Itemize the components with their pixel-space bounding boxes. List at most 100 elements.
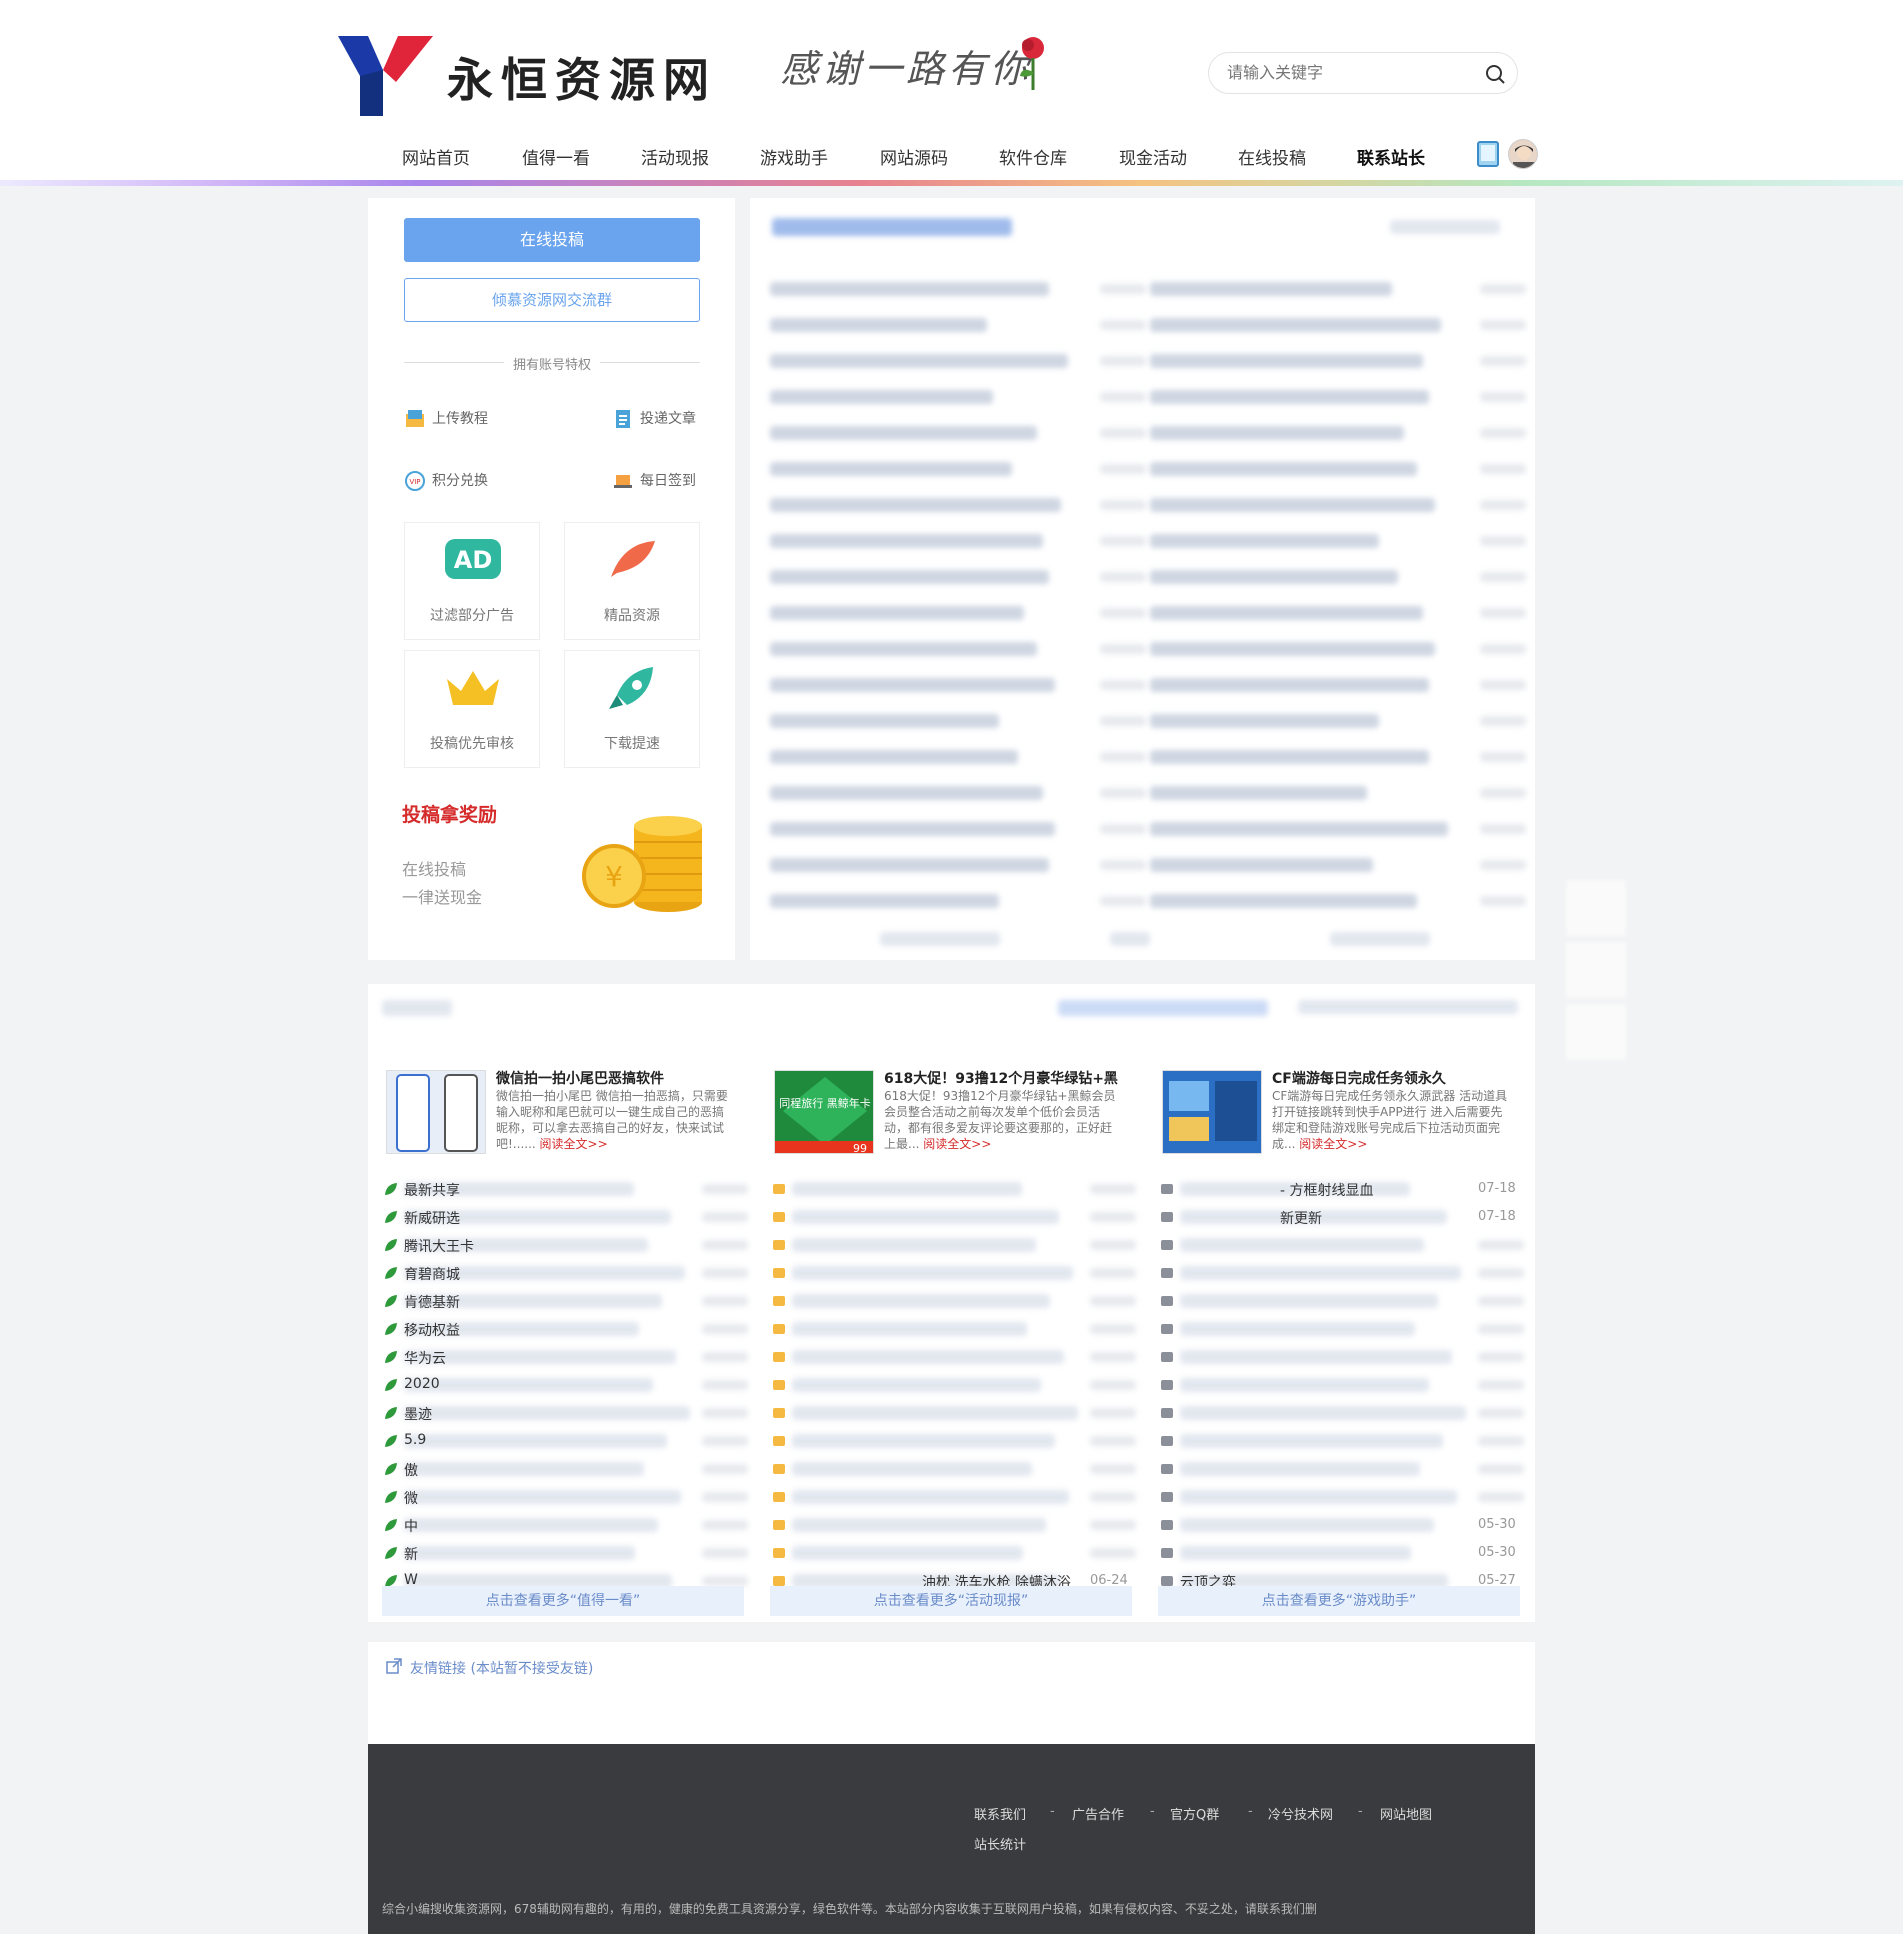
nav-item-source-code[interactable]: 网站源码: [880, 144, 948, 169]
list-item[interactable]: 5.9: [404, 1432, 426, 1448]
article-row-placeholder[interactable]: [1150, 642, 1435, 656]
article-row-placeholder[interactable]: [770, 498, 1061, 512]
side-tool-button[interactable]: [1566, 1004, 1626, 1060]
footer-link-qq-group[interactable]: 官方Q群: [1170, 1804, 1219, 1823]
article-row-placeholder[interactable]: [1150, 390, 1429, 404]
privilege-heading: 拥有账号特权: [404, 354, 700, 373]
side-tool-button[interactable]: [1566, 880, 1626, 936]
view-more-worth[interactable]: 点击查看更多“值得一看”: [382, 1586, 744, 1616]
tablet-icon[interactable]: [1476, 140, 1500, 168]
search-icon[interactable]: [1483, 62, 1507, 86]
view-more-game-helper[interactable]: 点击查看更多“游戏助手”: [1158, 1586, 1520, 1616]
site-logo[interactable]: [338, 36, 433, 116]
list-item[interactable]: 新更新: [1280, 1208, 1322, 1228]
list-item[interactable]: 肯德基新: [404, 1292, 460, 1312]
article-row-placeholder[interactable]: [770, 678, 1055, 692]
list-item[interactable]: 新威研选: [404, 1208, 460, 1228]
list-item[interactable]: - 方框射线显血: [1280, 1180, 1374, 1200]
nav-item-worth[interactable]: 值得一看: [522, 144, 590, 169]
read-more-link[interactable]: 阅读全文>>: [923, 1137, 991, 1151]
article-row-placeholder[interactable]: [1150, 498, 1435, 512]
list-item[interactable]: 微: [404, 1488, 418, 1508]
list-item[interactable]: 中: [404, 1516, 418, 1536]
tile-ad-filter[interactable]: AD 过滤部分广告: [404, 522, 540, 640]
article-row-placeholder[interactable]: [770, 534, 1043, 548]
pagination-placeholder[interactable]: [1110, 932, 1150, 946]
article-row-placeholder[interactable]: [1150, 462, 1417, 476]
list-item[interactable]: 墨迹: [404, 1404, 432, 1424]
list-item[interactable]: 移动权益: [404, 1320, 460, 1340]
card-thumbnail[interactable]: [386, 1070, 486, 1154]
card-title[interactable]: 618大促！93撸12个月豪华绿钻+黑: [884, 1068, 1118, 1088]
article-row-placeholder[interactable]: [1150, 714, 1379, 728]
tile-premium[interactable]: 精品资源: [564, 522, 700, 640]
article-row-placeholder[interactable]: [1150, 894, 1417, 908]
article-row-placeholder[interactable]: [770, 426, 1037, 440]
article-row-placeholder[interactable]: [770, 462, 1012, 476]
list-item[interactable]: 傲: [404, 1460, 418, 1480]
tile-priority-review[interactable]: 投稿优先审核: [404, 650, 540, 768]
article-row-placeholder[interactable]: [770, 714, 999, 728]
article-row-placeholder[interactable]: [1150, 606, 1423, 620]
footer-link-contact[interactable]: 联系我们: [974, 1804, 1026, 1823]
article-row-placeholder[interactable]: [1150, 534, 1379, 548]
card-title[interactable]: 微信拍一拍小尾巴恶搞软件: [496, 1068, 664, 1088]
article-row-placeholder[interactable]: [770, 642, 1037, 656]
list-item[interactable]: 新: [404, 1544, 418, 1564]
read-more-link[interactable]: 阅读全文>>: [540, 1137, 608, 1151]
user-avatar[interactable]: [1508, 139, 1538, 169]
card-thumbnail[interactable]: [1162, 1070, 1262, 1154]
pagination-placeholder[interactable]: [880, 932, 1000, 946]
article-date-placeholder: [1100, 752, 1146, 762]
read-more-link[interactable]: 阅读全文>>: [1299, 1137, 1367, 1151]
article-row-placeholder[interactable]: [1150, 426, 1404, 440]
article-row-placeholder[interactable]: [1150, 282, 1392, 296]
friend-links-title[interactable]: 友情链接 (本站暂不接受友链): [410, 1658, 593, 1678]
view-more-activities[interactable]: 点击查看更多“活动现报”: [770, 1586, 1132, 1616]
join-group-button[interactable]: 倾慕资源网交流群: [404, 278, 700, 322]
online-submit-button[interactable]: 在线投稿: [404, 218, 700, 262]
article-row-placeholder[interactable]: [770, 858, 1049, 872]
list-item[interactable]: 最新共享: [404, 1180, 460, 1200]
footer-link-tech[interactable]: 冷兮技术网: [1268, 1804, 1333, 1823]
article-row-placeholder[interactable]: [1150, 750, 1429, 764]
article-row-placeholder[interactable]: [1150, 678, 1429, 692]
article-row-placeholder[interactable]: [770, 786, 1043, 800]
article-row-placeholder[interactable]: [1150, 786, 1367, 800]
list-item[interactable]: 2020: [404, 1376, 440, 1392]
article-row-placeholder[interactable]: [770, 318, 987, 332]
article-row-placeholder[interactable]: [770, 606, 1024, 620]
article-row-placeholder[interactable]: [1150, 822, 1448, 836]
footer-link-ads[interactable]: 广告合作: [1072, 1804, 1124, 1823]
card-title[interactable]: CF端游每日完成任务领永久: [1272, 1068, 1446, 1088]
nav-item-software[interactable]: 软件仓库: [999, 144, 1067, 169]
article-row-placeholder[interactable]: [770, 354, 1068, 368]
search-input[interactable]: [1227, 63, 1467, 82]
article-row-placeholder[interactable]: [770, 750, 1018, 764]
nav-item-activities[interactable]: 活动现报: [641, 144, 709, 169]
card-thumbnail[interactable]: 同程旅行 黑鲸年卡 99: [774, 1070, 874, 1154]
nav-item-game-helper[interactable]: 游戏助手: [760, 144, 828, 169]
article-row-placeholder[interactable]: [1150, 570, 1398, 584]
nav-item-submit[interactable]: 在线投稿: [1238, 144, 1306, 169]
article-row-placeholder[interactable]: [770, 894, 999, 908]
pagination-placeholder[interactable]: [1330, 932, 1430, 946]
article-row-placeholder[interactable]: [1150, 318, 1441, 332]
nav-item-contact[interactable]: 联系站长: [1357, 144, 1425, 169]
article-row-placeholder[interactable]: [770, 390, 993, 404]
tile-download-speed[interactable]: 下载提速: [564, 650, 700, 768]
article-row-placeholder[interactable]: [1150, 858, 1373, 872]
side-tool-button[interactable]: [1566, 942, 1626, 998]
list-item[interactable]: 华为云: [404, 1348, 446, 1368]
list-item[interactable]: 腾讯大王卡: [404, 1236, 474, 1256]
list-item[interactable]: 育碧商城: [404, 1264, 460, 1284]
footer-link-stats[interactable]: 站长统计: [974, 1834, 1026, 1853]
article-row-placeholder[interactable]: [770, 822, 1055, 836]
article-row-placeholder[interactable]: [770, 570, 1049, 584]
nav-item-cash[interactable]: 现金活动: [1119, 144, 1187, 169]
article-row-placeholder[interactable]: [1150, 354, 1423, 368]
article-row-placeholder[interactable]: [770, 282, 1049, 296]
footer-link-sitemap[interactable]: 网站地图: [1380, 1804, 1432, 1823]
site-name[interactable]: 永恒资源网: [447, 44, 717, 110]
nav-item-home[interactable]: 网站首页: [402, 144, 470, 169]
